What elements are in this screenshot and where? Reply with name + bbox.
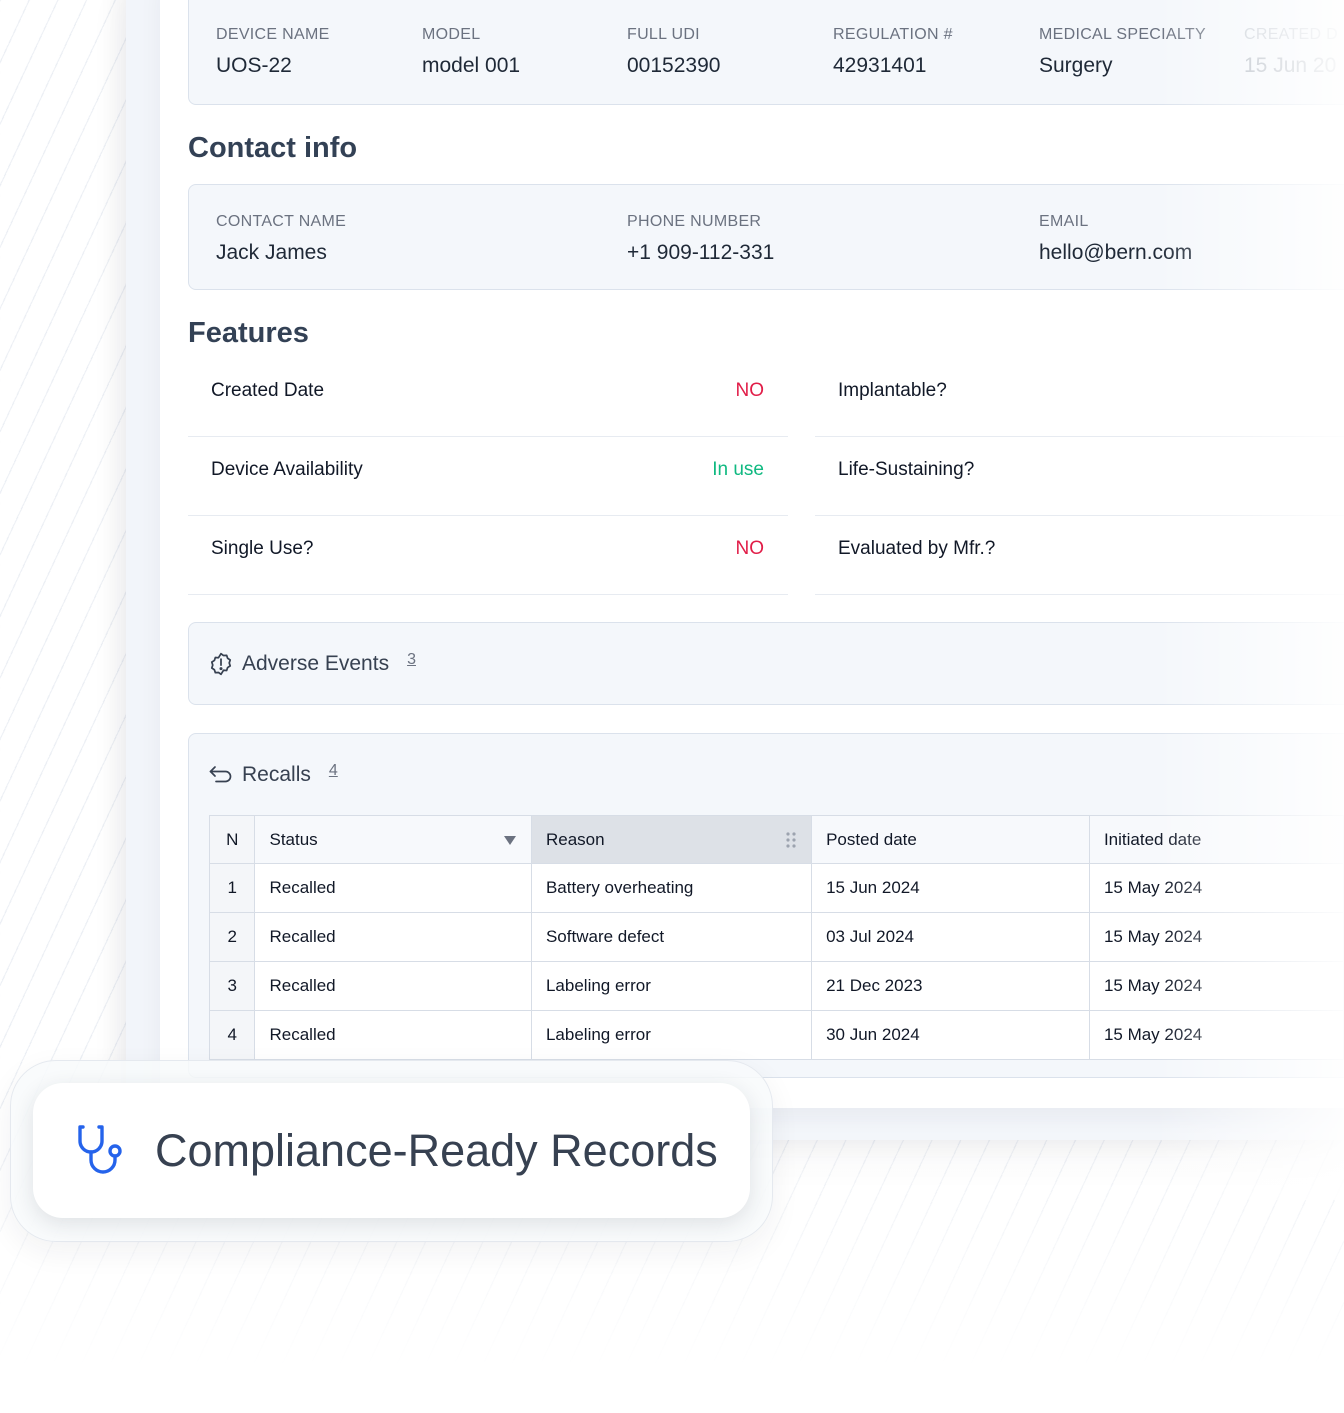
table-header-row: N Status Reason Posted date Initiated da… xyxy=(208,815,1344,864)
feature-label: Evaluated by Mfr.? xyxy=(838,538,996,559)
contact-info-title: Contact info xyxy=(188,132,358,164)
cell-n: 2 xyxy=(208,912,256,962)
device-info-card: DEVICE NAME UOS-22 MODEL model 001 FULL … xyxy=(188,0,1344,105)
email-field: EMAIL hello@bern.com xyxy=(1039,213,1192,265)
medical-specialty-value: Surgery xyxy=(1039,54,1113,77)
feature-label: Life-Sustaining? xyxy=(838,459,975,480)
phone-number-field: PHONE NUMBER +1 909-112-331 xyxy=(627,213,774,265)
adverse-events-header[interactable]: Adverse Events 3 xyxy=(208,651,416,677)
full-udi-value: 00152390 xyxy=(627,54,721,77)
return-arrow-icon xyxy=(209,766,232,783)
cell-initiated-date: 15 May 2024 xyxy=(1088,1010,1344,1060)
model-label: MODEL xyxy=(422,26,481,43)
column-header-label: Status xyxy=(269,829,318,849)
features-title: Features xyxy=(188,317,309,349)
feature-row-device-availability: Device Availability In use xyxy=(188,437,788,516)
recalls-table: N Status Reason Posted date Initiated da… xyxy=(208,815,1344,1060)
contact-name-value: Jack James xyxy=(216,241,327,264)
recalls-count[interactable]: 4 xyxy=(329,762,338,780)
column-header-initiated-date[interactable]: Initiated date xyxy=(1088,815,1344,864)
feature-row-evaluated-by-mfr: Evaluated by Mfr.? xyxy=(815,516,1344,595)
created-date-field: CREATED D 15 Jun 20 xyxy=(1244,26,1338,78)
device-name-field: DEVICE NAME UOS-22 xyxy=(216,26,330,78)
contact-info-card: CONTACT NAME Jack James PHONE NUMBER +1 … xyxy=(188,184,1344,290)
medical-specialty-field: MEDICAL SPECIALTY Surgery xyxy=(1039,26,1206,78)
column-header-posted-date[interactable]: Posted date xyxy=(811,815,1090,864)
drag-handle-icon[interactable] xyxy=(785,830,797,850)
table-row[interactable]: 4 Recalled Labeling error 30 Jun 2024 15… xyxy=(208,1010,1344,1060)
full-udi-label: FULL UDI xyxy=(627,26,700,43)
contact-name-field: CONTACT NAME Jack James xyxy=(216,213,346,265)
feature-value: NO xyxy=(735,380,765,401)
cell-n: 3 xyxy=(208,961,256,1011)
compliance-badge: Compliance-Ready Records xyxy=(33,1083,750,1218)
regulation-label: REGULATION # xyxy=(833,26,953,43)
created-date-label: CREATED D xyxy=(1244,26,1338,43)
cell-posted-date: 21 Dec 2023 xyxy=(811,961,1090,1011)
cell-posted-date: 15 Jun 2024 xyxy=(811,863,1090,913)
feature-row-implantable: Implantable? xyxy=(815,358,1344,437)
feature-label: Implantable? xyxy=(838,380,947,401)
feature-row-created-date: Created Date NO xyxy=(188,358,788,437)
cell-initiated-date: 15 May 2024 xyxy=(1088,863,1344,913)
cell-status: Recalled xyxy=(254,863,532,913)
alert-badge-icon xyxy=(210,652,232,676)
feature-label: Device Availability xyxy=(211,459,363,480)
model-value: model 001 xyxy=(422,54,521,77)
cell-n: 4 xyxy=(208,1010,256,1060)
regulation-value: 42931401 xyxy=(833,54,927,77)
filter-dropdown-icon[interactable] xyxy=(503,834,517,846)
recalls-title: Recalls xyxy=(242,763,311,786)
column-header-status[interactable]: Status xyxy=(254,815,532,864)
cell-reason: Labeling error xyxy=(530,961,813,1011)
feature-row-single-use: Single Use? NO xyxy=(188,516,788,595)
feature-label: Single Use? xyxy=(211,538,314,559)
device-name-value: UOS-22 xyxy=(216,54,292,77)
column-header-label: Reason xyxy=(545,829,605,849)
adverse-events-count[interactable]: 3 xyxy=(407,651,416,669)
cell-posted-date: 03 Jul 2024 xyxy=(811,912,1090,962)
cell-reason: Battery overheating xyxy=(530,863,813,913)
adverse-events-card[interactable]: Adverse Events 3 xyxy=(188,622,1344,705)
email-label: EMAIL xyxy=(1039,213,1089,230)
cell-status: Recalled xyxy=(254,961,532,1011)
cell-status: Recalled xyxy=(254,1010,532,1060)
badge-text: Compliance-Ready Records xyxy=(155,1124,718,1176)
feature-value: NO xyxy=(735,538,765,559)
model-field: MODEL model 001 xyxy=(422,26,520,78)
regulation-field: REGULATION # 42931401 xyxy=(833,26,953,78)
phone-number-label: PHONE NUMBER xyxy=(627,213,762,230)
column-header-n[interactable]: N xyxy=(208,815,256,864)
cell-status: Recalled xyxy=(254,912,532,962)
column-header-reason[interactable]: Reason xyxy=(530,815,813,864)
cell-posted-date: 30 Jun 2024 xyxy=(811,1010,1090,1060)
cell-initiated-date: 15 May 2024 xyxy=(1088,912,1344,962)
created-date-value: 15 Jun 20 xyxy=(1244,54,1337,77)
cell-n: 1 xyxy=(208,863,256,913)
recalls-header[interactable]: Recalls 4 xyxy=(208,762,338,787)
table-row[interactable]: 3 Recalled Labeling error 21 Dec 2023 15… xyxy=(208,961,1344,1011)
adverse-events-title: Adverse Events xyxy=(242,652,390,675)
feature-row-life-sustaining: Life-Sustaining? xyxy=(815,437,1344,516)
feature-label: Created Date xyxy=(211,380,325,401)
table-row[interactable]: 1 Recalled Battery overheating 15 Jun 20… xyxy=(208,863,1344,913)
phone-number-value: +1 909-112-331 xyxy=(627,241,775,264)
stethoscope-icon xyxy=(78,1124,122,1174)
email-value: hello@bern.com xyxy=(1039,241,1193,264)
feature-value: In use xyxy=(712,459,764,480)
table-row[interactable]: 2 Recalled Software defect 03 Jul 2024 1… xyxy=(208,912,1344,962)
medical-specialty-label: MEDICAL SPECIALTY xyxy=(1039,26,1206,43)
full-udi-field: FULL UDI 00152390 xyxy=(627,26,720,78)
cell-reason: Labeling error xyxy=(530,1010,813,1060)
cell-reason: Software defect xyxy=(530,912,813,962)
cell-initiated-date: 15 May 2024 xyxy=(1088,961,1344,1011)
device-name-label: DEVICE NAME xyxy=(216,26,330,43)
contact-name-label: CONTACT NAME xyxy=(216,213,347,230)
